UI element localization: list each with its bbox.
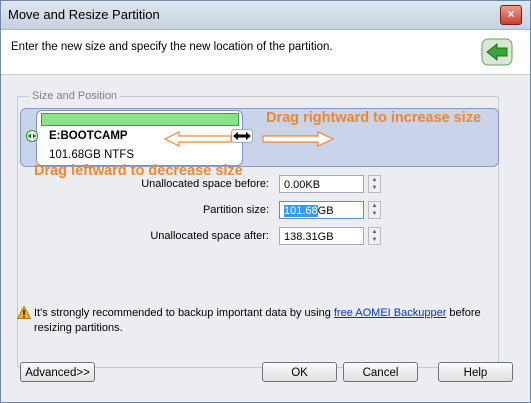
help-button[interactable]: Help bbox=[438, 362, 513, 382]
spin-up-icon[interactable]: ▲ bbox=[369, 228, 380, 236]
right-resize-handle[interactable] bbox=[231, 129, 253, 143]
spin-down-icon[interactable]: ▼ bbox=[369, 236, 380, 244]
partition-name: E:BOOTCAMP bbox=[49, 130, 128, 142]
partition-size-field-label: Partition size: bbox=[202, 204, 269, 216]
close-button[interactable]: × bbox=[500, 5, 522, 25]
warning-icon bbox=[17, 306, 31, 319]
partition-size-label: 101.68GB NTFS bbox=[49, 149, 135, 161]
advanced-button[interactable]: Advanced>> bbox=[20, 362, 95, 382]
group-label: Size and Position bbox=[29, 90, 120, 102]
partition-size-input[interactable]: 101.68GB bbox=[279, 201, 364, 219]
spin-down-icon[interactable]: ▼ bbox=[369, 210, 380, 218]
move-resize-dialog: Move and Resize Partition × Enter the ne… bbox=[0, 0, 531, 403]
title-bar[interactable]: Move and Resize Partition × bbox=[1, 1, 530, 30]
partition-size-selected-text: 101.68 bbox=[284, 205, 318, 217]
increase-size-annotation: Drag rightward to increase size bbox=[266, 110, 482, 126]
backup-warning: It's strongly recommended to backup impo… bbox=[34, 306, 489, 336]
partition-size-spinner[interactable]: ▲ ▼ bbox=[368, 201, 381, 219]
aomei-backupper-link[interactable]: free AOMEI Backupper bbox=[334, 307, 447, 319]
window-title: Move and Resize Partition bbox=[8, 7, 160, 22]
unallocated-before-value: 0.00KB bbox=[284, 179, 321, 191]
header-panel: Enter the new size and specify the new l… bbox=[1, 30, 530, 75]
spin-up-icon[interactable]: ▲ bbox=[369, 202, 380, 210]
arrow-left-icon bbox=[164, 131, 232, 147]
unallocated-before-input[interactable]: 0.00KB bbox=[279, 175, 364, 193]
cancel-button[interactable]: Cancel bbox=[343, 362, 418, 382]
header-instruction: Enter the new size and specify the new l… bbox=[11, 41, 333, 53]
partition-size-unit: GB bbox=[317, 205, 334, 217]
unallocated-after-input[interactable]: 138.31GB bbox=[279, 227, 364, 245]
spin-up-icon[interactable]: ▲ bbox=[369, 176, 380, 184]
spin-down-icon[interactable]: ▼ bbox=[369, 184, 380, 192]
partition-usage-bar bbox=[41, 113, 239, 126]
decrease-size-annotation: Drag leftward to decrease size bbox=[34, 163, 243, 179]
unallocated-before-spinner[interactable]: ▲ ▼ bbox=[368, 175, 381, 193]
back-arrow-icon bbox=[481, 38, 513, 66]
ok-button[interactable]: OK bbox=[262, 362, 337, 382]
unallocated-after-spinner[interactable]: ▲ ▼ bbox=[368, 227, 381, 245]
unallocated-before-label: Unallocated space before: bbox=[141, 178, 269, 190]
unallocated-after-value: 138.31GB bbox=[284, 231, 334, 243]
left-resize-handle[interactable] bbox=[25, 130, 39, 142]
warning-text-pre: It's strongly recommended to backup impo… bbox=[34, 307, 334, 319]
arrow-right-icon bbox=[262, 131, 334, 147]
unallocated-after-label: Unallocated space after: bbox=[150, 230, 269, 242]
